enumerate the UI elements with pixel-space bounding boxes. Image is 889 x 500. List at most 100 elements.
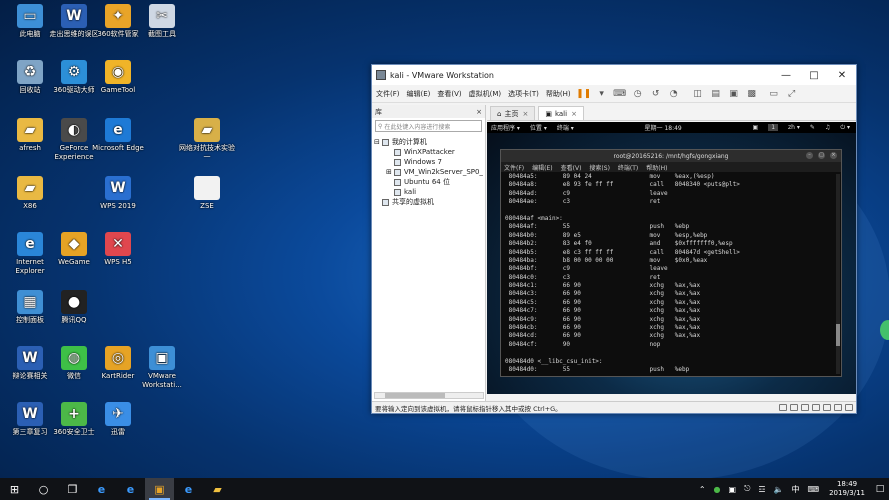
tray-usb-icon[interactable]: ⎋ [744,484,750,494]
terminal-maximize-button[interactable]: □ [818,152,825,159]
desktop-icon[interactable]: W WPS 2019 [90,176,146,211]
sound-icon[interactable] [823,404,831,411]
terminal-menu-item[interactable]: 搜索(S) [589,163,610,172]
library-tree-item[interactable]: WinXPattacker [374,147,483,157]
network-icon[interactable] [801,404,809,411]
minimize-button[interactable]: — [772,65,800,85]
usb-icon[interactable] [812,404,820,411]
snapshot-icon[interactable]: ◷ [632,88,644,100]
snapshot-manager-icon[interactable]: ◔ [668,88,680,100]
vm-tab[interactable]: ⌂ 主页 × [490,106,536,120]
menu-item[interactable]: 查看(V) [437,89,461,99]
library-tree-item[interactable]: Windows 7 [374,157,483,167]
pause-icon[interactable]: ❚❚ [576,88,591,100]
library-horizontal-scrollbar[interactable] [374,392,484,399]
terminal-window[interactable]: root@20165216: /mnt/hgfs/gongxiang – □ ×… [500,149,842,377]
vm-tab[interactable]: ▣ kali × [538,106,584,120]
menu-item[interactable]: 编辑(E) [407,89,431,99]
task-view-button[interactable]: ❐ [58,478,87,500]
library-header: 库 × [372,105,485,118]
library-close-icon[interactable]: × [476,108,482,116]
send-keys-icon[interactable]: ⌨ [613,88,626,100]
terminal-menu-item[interactable]: 文件(F) [504,163,524,172]
applications-menu[interactable]: 应用程序 ▾ [491,123,520,132]
places-menu[interactable]: 位置 ▾ [530,123,547,132]
library-tree-item[interactable]: ⊟ 我的计算机 [374,137,483,147]
menu-item[interactable]: 文件(F) [376,89,400,99]
power-icon[interactable]: ⏻ ▾ [840,124,850,132]
kali-clock[interactable]: 星期一 18:49 [645,123,682,132]
terminal-output[interactable]: 80484a5: 89 04 24 mov %eax,(%esp) 80484a… [501,172,841,376]
menu-item[interactable]: 帮助(H) [546,89,571,99]
tray-volume-icon[interactable]: 🔈 [774,485,784,494]
guest-screen[interactable]: 应用程序 ▾ 位置 ▾ 终端 ▾ 星期一 18:49 ▣ 1 zh ▾ ✎ ♫ … [487,122,856,394]
library-view-icon[interactable]: ◫ [692,88,704,100]
language-indicator[interactable]: zh ▾ [788,124,800,131]
expand-toggle-icon[interactable]: ⊞ [386,168,392,176]
workspace-indicator[interactable]: 1 [768,124,779,131]
terminal-menu-item[interactable]: 查看(V) [561,163,582,172]
hdd-icon[interactable] [779,404,787,411]
tools-icon[interactable]: ✎ [810,124,815,131]
desktop-icon[interactable]: ZSE [179,176,235,211]
desktop-icon[interactable]: ▰ 网络对抗技术实验一 [179,118,235,162]
desktop-icon[interactable]: ✈ 迅雷 [90,402,146,437]
maximize-button[interactable]: □ [800,65,828,85]
tray-app-icon[interactable]: ▣ [729,485,737,494]
terminal-scrollbar[interactable] [836,174,840,374]
terminal-menu-item[interactable]: 帮助(H) [646,163,667,172]
vmware-titlebar[interactable]: kali - VMware Workstation — □ ✕ [372,65,856,85]
tray-360-icon[interactable]: ● [714,485,721,494]
terminal-menu-item[interactable]: 终端(T) [618,163,638,172]
display-icon[interactable] [834,404,842,411]
floating-widget-icon[interactable] [880,320,889,340]
terminal-menu-item[interactable]: 编辑(E) [532,163,552,172]
fullscreen-icon[interactable]: ▣ [728,88,740,100]
tray-overflow-icon[interactable]: ⌃ [699,485,706,494]
desktop-icon[interactable]: ◉ GameTool [90,60,146,95]
cdrom-icon[interactable] [790,404,798,411]
tab-close-icon[interactable]: × [522,110,528,118]
desktop-icon[interactable]: ▣ VMware Workstati... [134,346,190,390]
tray-keyboard-icon[interactable]: ⌨ [808,485,820,494]
menu-item[interactable]: 选项卡(T) [508,89,539,99]
volume-icon[interactable]: ♫ [825,124,830,131]
desktop-icon[interactable]: ✂ 截图工具 [134,4,190,39]
taskbar-edge2-icon[interactable]: e [174,478,203,500]
library-tree-item[interactable]: ⊞ VM_Win2kServer_SP0_ [374,167,483,177]
desktop-icon[interactable]: e Microsoft Edge [90,118,146,153]
library-tree-item[interactable]: kali [374,187,483,197]
taskbar-vmware-icon[interactable]: ▣ [145,478,174,500]
notification-icon[interactable]: □ [871,478,889,500]
library-search-input[interactable]: ⚲ 在此处键入内容进行搜索 [375,120,482,132]
tab-close-icon[interactable]: × [571,110,577,118]
desktop-icon[interactable]: ✕ WPS H5 [90,232,146,267]
thumbnail-view-icon[interactable]: ▤ [710,88,722,100]
expand-toggle-icon[interactable]: ⊟ [374,138,380,146]
terminal-close-button[interactable]: × [830,152,837,159]
taskbar-edge-icon[interactable]: e [87,478,116,500]
taskbar-explorer-icon[interactable]: ▰ [203,478,232,500]
unity-icon[interactable]: ▩ [746,88,758,100]
tray-wifi-icon[interactable]: ☲ [758,485,765,494]
terminal-minimize-button[interactable]: – [806,152,813,159]
close-button[interactable]: ✕ [828,65,856,85]
start-button[interactable]: ⊞ [0,478,29,500]
terminal-menu[interactable]: 终端 ▾ [557,123,574,132]
screenshot-icon[interactable]: ▣ [753,124,759,131]
message-icon[interactable] [845,404,853,411]
taskbar-clock[interactable]: 18:49 2019/3/11 [823,480,871,498]
dropdown-icon[interactable]: ▾ [596,88,608,100]
desktop-icon[interactable]: ▰ X86 [2,176,58,211]
cortana-button[interactable]: ○ [29,478,58,500]
library-tree-item[interactable]: Ubuntu 64 位 [374,177,483,187]
stretch-icon[interactable]: ⤢ [786,88,798,100]
terminal-titlebar[interactable]: root@20165216: /mnt/hgfs/gongxiang – □ × [501,150,841,162]
taskbar-ie-icon[interactable]: e [116,478,145,500]
console-icon[interactable]: ▭ [768,88,780,100]
revert-snapshot-icon[interactable]: ↺ [650,88,662,100]
menu-item[interactable]: 虚拟机(M) [469,89,502,99]
library-tree-item[interactable]: 共享的虚拟机 [374,197,483,207]
desktop-icon[interactable]: ● 腾讯QQ [46,290,102,325]
ime-indicator[interactable]: 中 [792,484,800,495]
